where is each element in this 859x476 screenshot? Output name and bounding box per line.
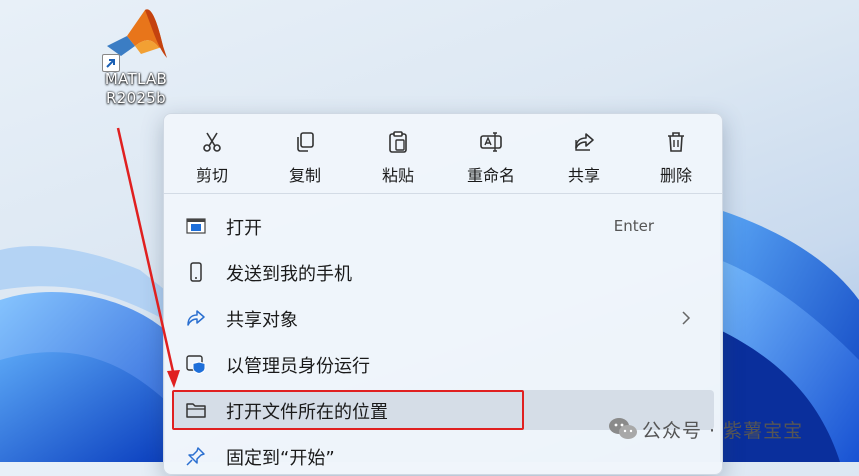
annotation-arrow [116,127,180,388]
wechat-icon [609,418,637,439]
watermark-text: 公众号 · 紫薯宝宝 [642,420,804,442]
